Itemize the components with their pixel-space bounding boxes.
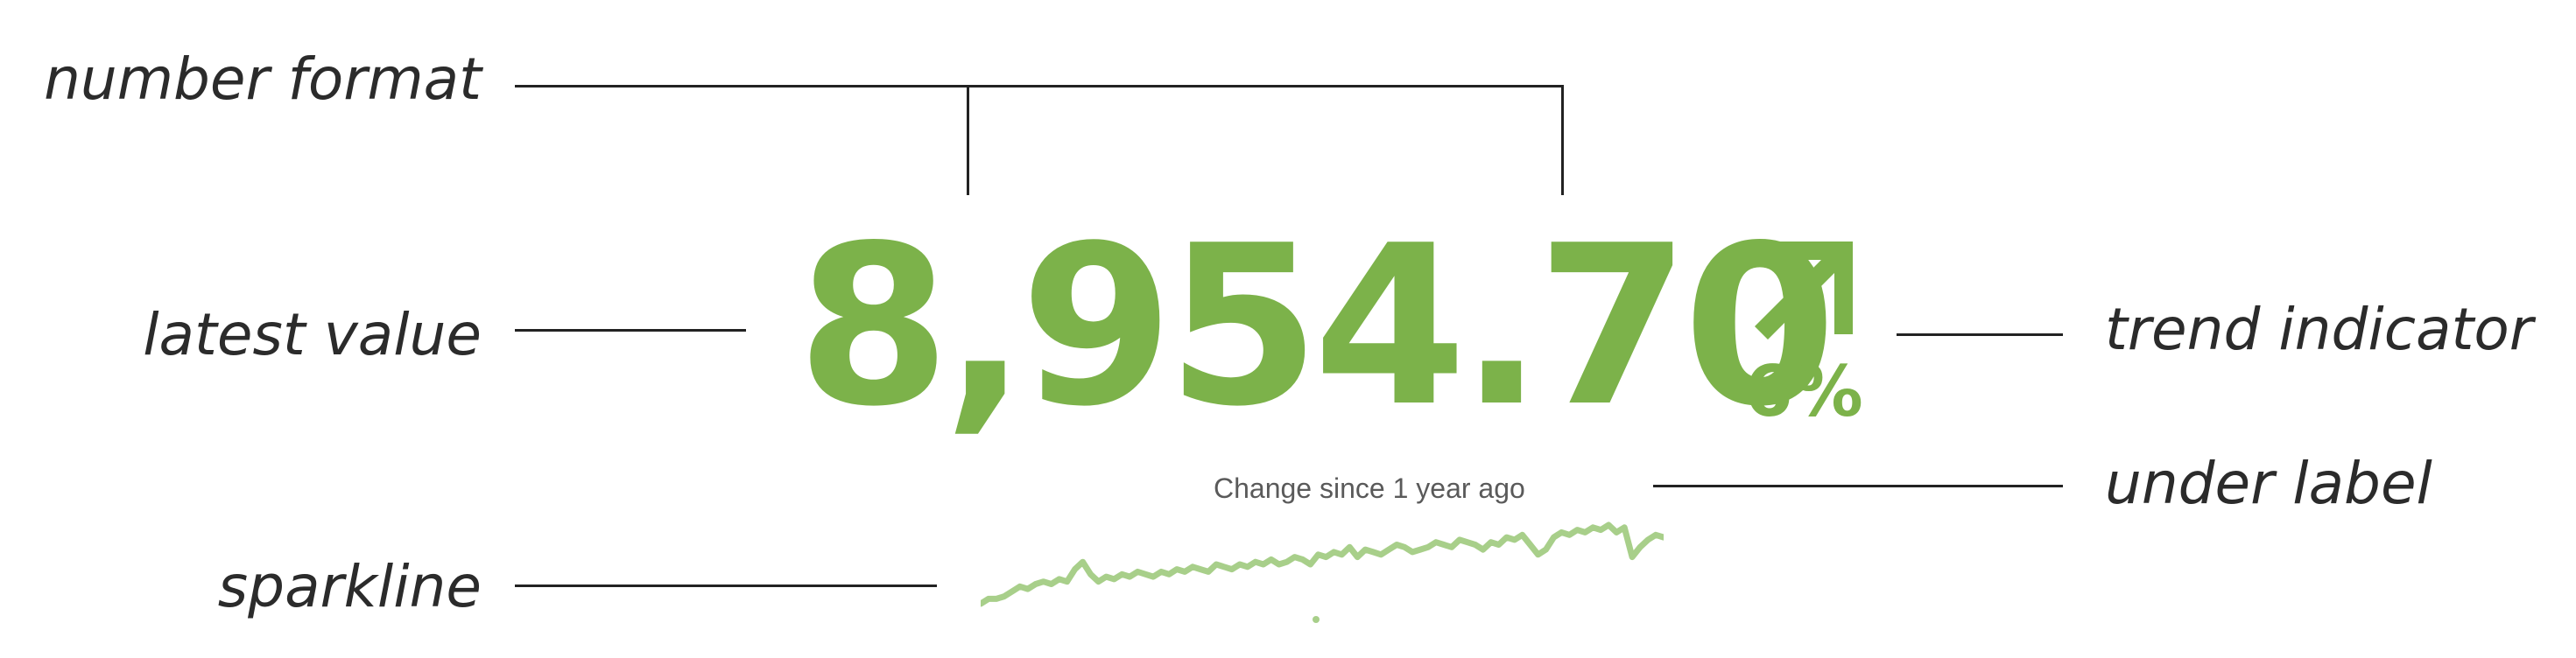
under-label: Change since 1 year ago xyxy=(1214,472,1525,504)
annotation-trend-indicator: trend indicator xyxy=(2105,296,2533,363)
latest-value: 8,954.70 xyxy=(797,199,1837,455)
sparkline xyxy=(981,522,1664,623)
sparkline-line xyxy=(981,522,1664,607)
trend-percent: 6% xyxy=(1744,351,1863,432)
number-format-bracket-right xyxy=(1561,85,1564,195)
sparkline-marker xyxy=(1313,616,1320,623)
annotation-sparkline: sparkline xyxy=(217,553,482,620)
number-format-leader-line xyxy=(515,85,1564,88)
number-format-bracket-left xyxy=(967,85,969,195)
annotation-latest-value: latest value xyxy=(143,301,482,368)
under-label-leader-line xyxy=(1653,485,2063,487)
trend-up-arrow-icon xyxy=(1755,242,1853,340)
sparkline-leader-line xyxy=(515,584,937,587)
annotation-number-format: number format xyxy=(44,46,482,113)
annotation-under-label: under label xyxy=(2105,450,2432,517)
latest-value-leader-line xyxy=(515,329,746,332)
trend-indicator-leader-line xyxy=(1897,333,2063,336)
